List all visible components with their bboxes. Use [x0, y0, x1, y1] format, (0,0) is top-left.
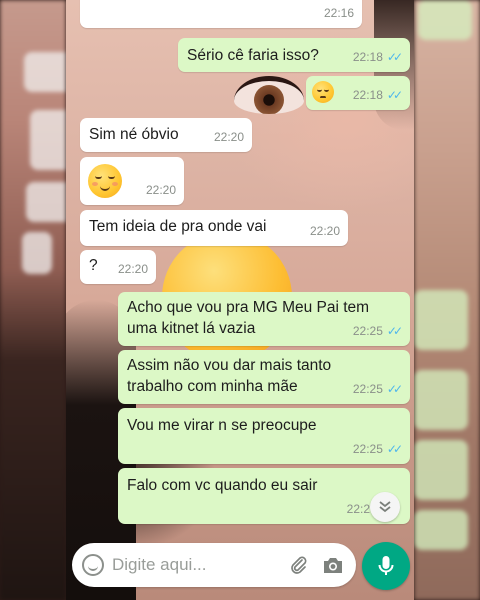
chevron-double-down-icon[interactable] [370, 492, 400, 522]
message-time: 22:25 ✓✓ [353, 439, 403, 459]
message-text: ? [89, 257, 98, 274]
message-time: 22:20 [309, 224, 340, 238]
message-time: 22:20 [117, 262, 148, 276]
message-outgoing[interactable]: Falo com vc quando eu sair 22:2 [118, 468, 410, 524]
message-outgoing[interactable]: Acho que vou pra MG Meu Pai tem uma kitn… [118, 292, 410, 346]
microphone-icon[interactable] [362, 542, 410, 590]
camera-icon[interactable] [320, 552, 346, 578]
smiley-icon[interactable] [82, 554, 104, 576]
message-time: 22:16 [323, 6, 354, 20]
message-incoming[interactable]: Sim né óbvio 22:20 [80, 118, 252, 152]
message-outgoing[interactable]: 22:18 ✓✓ [306, 76, 410, 110]
message-text: uma kitnet lá vazia [127, 320, 256, 337]
message-composer[interactable]: Digite aqui... [72, 543, 356, 587]
message-text: Acho que vou pra MG Meu Pai tem [127, 299, 370, 316]
wallpaper-eye [234, 76, 304, 114]
read-ticks-icon: ✓✓ [386, 88, 403, 102]
chat-screen: 22:16 Sério cê faria isso? 22:18 ✓✓ 22:1… [66, 0, 414, 600]
message-text: Sim né óbvio [89, 126, 179, 143]
relieved-face-icon [88, 164, 122, 198]
message-incoming[interactable]: 22:16 [80, 0, 362, 28]
message-time: 22:25 ✓✓ [353, 321, 403, 341]
pleading-face-icon [312, 81, 334, 103]
message-text: Falo com vc quando eu sair [127, 477, 318, 494]
message-text: Tem ideia de pra onde vai [89, 218, 267, 235]
message-time: 22:25 ✓✓ [353, 379, 403, 399]
read-ticks-icon: ✓✓ [386, 382, 403, 396]
read-ticks-icon: ✓✓ [386, 324, 403, 338]
message-text: trabalho com minha mãe [127, 378, 298, 395]
message-outgoing[interactable]: Sério cê faria isso? 22:18 ✓✓ [178, 38, 410, 72]
message-outgoing[interactable]: Assim não vou dar mais tanto trabalho co… [118, 350, 410, 404]
message-text: Sério cê faria isso? [187, 47, 319, 64]
message-text: Assim não vou dar mais tanto [127, 357, 332, 374]
message-incoming[interactable]: 22:20 [80, 157, 184, 205]
blurred-background-left [0, 0, 66, 600]
message-time: 22:2 [346, 502, 370, 516]
message-time: 22:20 [213, 130, 244, 144]
read-ticks-icon: ✓✓ [386, 50, 403, 64]
paperclip-icon[interactable] [286, 552, 312, 578]
message-incoming[interactable]: ? 22:20 [80, 250, 156, 284]
message-time: 22:20 [145, 183, 176, 197]
message-text: Vou me virar n se preocupe [127, 417, 317, 434]
message-incoming[interactable]: Tem ideia de pra onde vai 22:20 [80, 210, 348, 246]
blurred-background-right [414, 0, 480, 600]
message-outgoing[interactable]: Vou me virar n se preocupe 22:25 ✓✓ [118, 408, 410, 464]
message-time: 22:18 ✓✓ [353, 85, 403, 105]
message-input[interactable]: Digite aqui... [112, 555, 286, 575]
read-ticks-icon: ✓✓ [386, 442, 403, 456]
message-time: 22:18 ✓✓ [353, 47, 403, 67]
